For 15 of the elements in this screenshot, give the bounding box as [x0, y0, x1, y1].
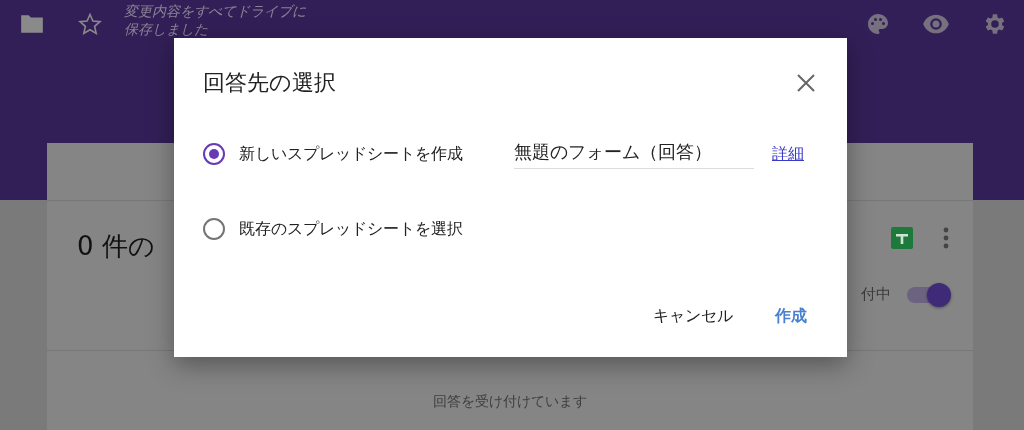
- create-button[interactable]: 作成: [763, 298, 819, 335]
- cancel-button[interactable]: キャンセル: [641, 298, 745, 335]
- more-icon[interactable]: [943, 227, 949, 249]
- option-label[interactable]: 新しいスプレッドシートを作成: [239, 143, 514, 165]
- radio-button[interactable]: [203, 143, 225, 165]
- responses-heading: 0 件の: [77, 230, 155, 263]
- accepting-message: 回答を受け付けています: [432, 393, 588, 411]
- details-link[interactable]: 詳細: [772, 143, 804, 165]
- sheet-name-field[interactable]: 無題のフォーム（回答）: [514, 139, 754, 169]
- dialog-title: 回答先の選択: [203, 69, 336, 97]
- option-label[interactable]: 既存のスプレッドシートを選択: [239, 218, 514, 240]
- spreadsheet-icon[interactable]: [891, 227, 913, 249]
- save-status: 変更内容をすべてドライブに保存しました: [124, 2, 307, 38]
- radio-button[interactable]: [203, 218, 225, 240]
- accepting-label: 付中: [861, 285, 891, 304]
